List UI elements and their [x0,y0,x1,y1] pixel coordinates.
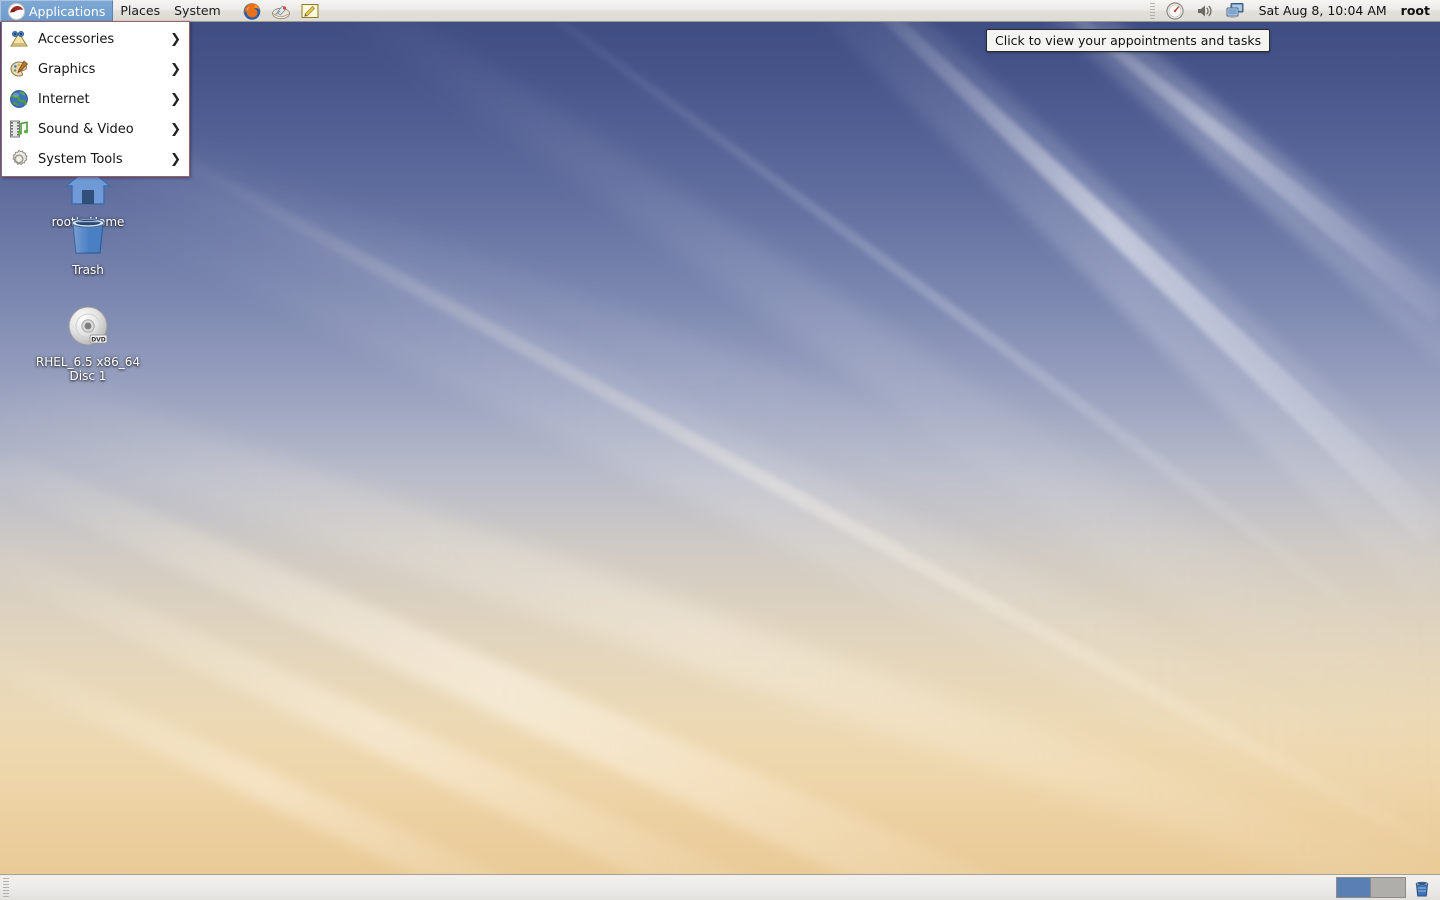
sound-video-icon [8,118,30,140]
firefox-launcher[interactable] [242,1,262,21]
places-menu-label: Places [120,3,161,18]
applications-menu-button[interactable]: Applications [0,0,114,21]
desktop-icon-label: Trash [72,263,104,277]
desktop[interactable]: Applications Places System Sat Aug 8, 10… [0,0,1440,900]
chevron-right-icon: ❯ [170,151,181,167]
menu-item-sound-video[interactable]: Sound & Video ❯ [2,114,189,144]
menu-item-label: Internet [38,91,90,107]
chevron-right-icon: ❯ [170,121,181,137]
panel-menu-bar[interactable]: Applications Places System [0,0,228,22]
display-icon[interactable] [1225,1,1245,21]
notes-launcher[interactable] [300,1,320,21]
desktop-icon-dvd[interactable]: DVD RHEL_6.5 x86_64 Disc 1 [33,300,143,383]
panel-launchers[interactable] [242,1,320,21]
bottom-panel[interactable] [0,874,1440,900]
workspace-1[interactable] [1337,878,1371,897]
menu-item-label: Sound & Video [38,121,134,137]
menu-item-internet[interactable]: Internet ❯ [2,84,189,114]
applications-menu-label: Applications [29,3,106,19]
graphics-icon [8,58,30,80]
system-menu-label: System [174,3,221,18]
chevron-right-icon: ❯ [170,31,181,47]
trash-applet-icon[interactable] [1412,878,1432,898]
system-menu-button[interactable]: System [167,0,228,21]
clock[interactable]: Sat Aug 8, 10:04 AM [1255,3,1391,18]
chevron-right-icon: ❯ [170,91,181,107]
clock-tooltip: Click to view your appointments and task… [986,29,1271,52]
trash-icon [62,208,114,260]
workspace-switcher[interactable] [1336,877,1406,898]
dvd-icon: DVD [62,300,114,352]
panel-drag-handle[interactable] [3,877,9,898]
menu-item-graphics[interactable]: Graphics ❯ [2,54,189,84]
wallpaper-streaks [0,0,1440,900]
menu-item-accessories[interactable]: Accessories ❯ [2,24,189,54]
desktop-icon-label: RHEL_6.5 x86_64 Disc 1 [35,355,141,383]
redhat-logo-icon [8,2,25,20]
svg-text:DVD: DVD [91,336,106,343]
applications-dropdown-menu[interactable]: Accessories ❯ Graphics ❯ Internet ❯ Soun… [1,21,190,177]
internet-icon [8,88,30,110]
top-panel[interactable]: Applications Places System Sat Aug 8, 10… [0,0,1440,22]
system-monitor-icon[interactable] [1165,1,1185,21]
workspace-2[interactable] [1371,878,1405,897]
tray-drag-handle[interactable] [1149,2,1155,19]
desktop-icon-trash[interactable]: Trash [33,208,143,277]
username-label[interactable]: root [1401,3,1430,18]
system-tray[interactable]: Sat Aug 8, 10:04 AM root [1149,1,1440,21]
accessories-icon [8,28,30,50]
volume-icon[interactable] [1195,1,1215,21]
menu-item-label: System Tools [38,151,123,167]
menu-item-label: Accessories [38,31,115,47]
places-menu-button[interactable]: Places [113,0,167,21]
chevron-right-icon: ❯ [170,61,181,77]
menu-item-system-tools[interactable]: System Tools ❯ [2,144,189,174]
evolution-launcher[interactable] [271,1,291,21]
system-tools-icon [8,148,30,170]
menu-item-label: Graphics [38,61,96,77]
